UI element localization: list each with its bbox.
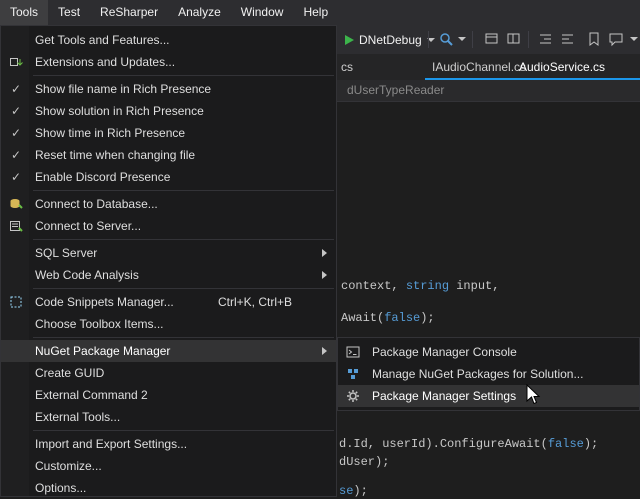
menu-separator (33, 288, 334, 289)
menu-item-code-snippets-manager[interactable]: Code Snippets Manager... Ctrl+K, Ctrl+B (1, 291, 336, 313)
toolbar-separator (472, 31, 473, 48)
find-dropdown-chevron[interactable] (458, 37, 466, 41)
checkmark-icon: ✓ (11, 170, 21, 184)
code-line: Await(false); (341, 311, 435, 326)
menu-separator (33, 430, 334, 431)
menu-item-show-time-rich-presence[interactable]: ✓ Show time in Rich Presence (1, 122, 336, 144)
code-line: context, string input, (341, 279, 499, 294)
bookmark-icon[interactable] (586, 31, 602, 47)
database-icon (9, 197, 23, 211)
navigate-back-icon[interactable] (484, 31, 500, 47)
menu-separator (33, 190, 334, 191)
checkmark-icon: ✓ (11, 148, 21, 162)
submenu-item-package-manager-console[interactable]: Package Manager Console (338, 341, 639, 363)
menu-item-show-solution-rich-presence[interactable]: ✓ Show solution in Rich Presence (1, 100, 336, 122)
menu-item-extensions-and-updates[interactable]: Extensions and Updates... (1, 51, 336, 73)
snippets-icon (9, 295, 23, 309)
play-icon (345, 35, 354, 45)
start-debug-button[interactable]: DNetDebug (345, 25, 435, 54)
menubar-item-tools[interactable]: Tools (0, 0, 48, 25)
window-layout-icon[interactable] (506, 31, 522, 47)
vs-ide-window: { "menubar": { "items": [ {"label": "Too… (0, 0, 640, 497)
toolbar-overflow-chevron[interactable] (630, 37, 638, 41)
menu-bar: Tools Test ReSharper Analyze Window Help (0, 0, 640, 25)
menu-item-import-and-export-settings[interactable]: Import and Export Settings... (1, 433, 336, 455)
toolbar-separator (528, 31, 529, 48)
submenu-arrow-icon (322, 249, 327, 257)
menubar-item-analyze[interactable]: Analyze (168, 0, 231, 25)
extensions-icon (9, 55, 23, 69)
debug-target-label: DNetDebug (359, 33, 422, 47)
menu-item-get-tools-and-features[interactable]: Get Tools and Features... (1, 29, 336, 51)
menu-separator (33, 239, 334, 240)
menu-item-connect-to-database[interactable]: Connect to Database... (1, 193, 336, 215)
console-icon (346, 345, 360, 359)
menu-shortcut: Ctrl+K, Ctrl+B (218, 295, 326, 309)
menu-item-create-guid[interactable]: Create GUID (1, 362, 336, 384)
menubar-item-help[interactable]: Help (293, 0, 338, 25)
toolbar-separator (428, 31, 429, 48)
menu-item-web-code-analysis[interactable]: Web Code Analysis (1, 264, 336, 286)
menu-separator (33, 75, 334, 76)
tools-menu: Get Tools and Features... Extensions and… (0, 25, 337, 497)
code-line: d.Id, userId).ConfigureAwait(false); (339, 437, 598, 452)
tab-iaudiochannel[interactable]: IAudioChannel.cs (432, 54, 526, 80)
menu-item-enable-discord-presence[interactable]: ✓ Enable Discord Presence (1, 166, 336, 188)
server-icon (9, 219, 23, 233)
menu-item-sql-server[interactable]: SQL Server (1, 242, 336, 264)
menu-item-connect-to-server[interactable]: Connect to Server... (1, 215, 336, 237)
submenu-item-package-manager-settings[interactable]: Package Manager Settings (338, 385, 639, 407)
menu-item-choose-toolbox-items[interactable]: Choose Toolbox Items... (1, 313, 336, 335)
checkmark-icon: ✓ (11, 126, 21, 140)
menubar-item-test[interactable]: Test (48, 0, 90, 25)
find-in-files-icon[interactable] (438, 31, 454, 47)
breadcrumb[interactable]: dUserTypeReader (347, 80, 444, 101)
menu-item-customize[interactable]: Customize... (1, 455, 336, 477)
menu-item-external-command-2[interactable]: External Command 2 (1, 384, 336, 406)
menu-item-show-file-name-rich-presence[interactable]: ✓ Show file name in Rich Presence (1, 78, 336, 100)
indent-decrease-icon[interactable] (538, 31, 554, 47)
code-line: dUser); (339, 455, 389, 470)
menu-item-reset-time-when-changing-file[interactable]: ✓ Reset time when changing file (1, 144, 336, 166)
gear-icon (346, 389, 360, 403)
comment-icon[interactable] (608, 31, 624, 47)
manage-packages-icon (346, 367, 360, 381)
submenu-arrow-icon (322, 271, 327, 279)
submenu-item-manage-nuget-packages-for-solution[interactable]: Manage NuGet Packages for Solution... (338, 363, 639, 385)
menu-item-external-tools[interactable]: External Tools... (1, 406, 336, 428)
tab-partial[interactable]: cs (341, 54, 353, 80)
tab-audioservice[interactable]: AudioService.cs (519, 54, 605, 80)
checkmark-icon: ✓ (11, 104, 21, 118)
checkmark-icon: ✓ (11, 82, 21, 96)
menu-item-nuget-package-manager[interactable]: NuGet Package Manager (1, 340, 336, 362)
menu-separator (33, 337, 334, 338)
menubar-item-window[interactable]: Window (231, 0, 294, 25)
nuget-package-manager-submenu: Package Manager Console Manage NuGet Pac… (337, 337, 640, 411)
menu-item-options[interactable]: Options... (1, 477, 336, 499)
submenu-arrow-icon (322, 347, 327, 355)
indent-increase-icon[interactable] (560, 31, 576, 47)
menubar-item-resharper[interactable]: ReSharper (90, 0, 168, 25)
